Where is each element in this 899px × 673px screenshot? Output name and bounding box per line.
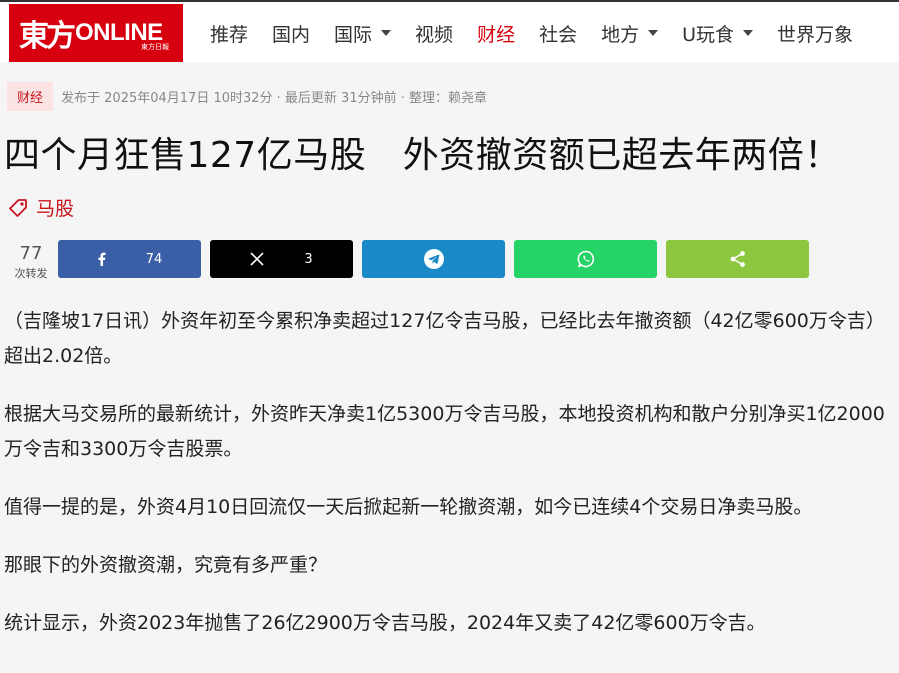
tag-icon: [9, 198, 27, 217]
site-logo[interactable]: 東方 ONLINE 東方日報: [9, 4, 183, 62]
nav-item-food[interactable]: U玩食: [670, 20, 765, 47]
tag-label: 马股: [36, 198, 75, 220]
article-paragraph: 统计显示，外资2023年抛售了26亿2900万令吉马股，2024年又卖了42亿零…: [4, 612, 766, 634]
article-tag[interactable]: 马股: [8, 194, 74, 221]
more-share-button[interactable]: [666, 240, 809, 278]
top-navbar: 東方 ONLINE 東方日報 推荐 国内 国际 视频 财经 社会 地方 U玩食 …: [0, 0, 899, 62]
share-total-number: 77: [19, 243, 43, 264]
telegram-share-button[interactable]: [362, 240, 505, 278]
nav-item-world[interactable]: 世界万象: [765, 20, 865, 47]
facebook-share-button[interactable]: 74: [58, 240, 201, 278]
chevron-down-icon: [648, 30, 659, 36]
x-share-count: 3: [304, 251, 313, 267]
nav-item-recommend[interactable]: 推荐: [198, 20, 260, 47]
chevron-down-icon: [381, 30, 392, 36]
share-icon: [730, 251, 745, 267]
article-paragraph: 值得一提的是，外资4月10日回流仅一天后掀起新一轮撤资潮，如今已连续4个交易日净…: [4, 496, 813, 518]
whatsapp-icon: [577, 250, 594, 268]
share-total-label: 次转发: [14, 267, 48, 280]
nav-item-finance[interactable]: 财经: [465, 20, 527, 47]
nav-item-international[interactable]: 国际: [322, 20, 403, 47]
nav-item-video[interactable]: 视频: [403, 20, 465, 47]
chevron-down-icon: [743, 30, 754, 36]
facebook-share-count: 74: [145, 251, 163, 267]
nav-item-society[interactable]: 社会: [527, 20, 589, 47]
article-body: （吉隆坡17日讯）外资年初至今累积净卖超过127亿令吉马股，已经比去年撤资额（4…: [4, 304, 899, 664]
article-paragraph: 那眼下的外资撤资潮，究竟有多严重？: [4, 554, 328, 576]
publish-info: 发布于 2025年04月17日 10时32分 · 最后更新 31分钟前 · 整理…: [61, 91, 488, 106]
article-paragraph: 根据大马交易所的最新统计，外资昨天净卖1亿5300万令吉马股，本地投资机构和散户…: [4, 403, 885, 460]
telegram-icon: [423, 249, 444, 269]
logo-mark: 東方: [19, 19, 76, 54]
logo-sub: 東方日報: [141, 43, 169, 51]
facebook-icon: [98, 252, 106, 266]
nav-item-local[interactable]: 地方: [589, 20, 670, 47]
nav-item-domestic[interactable]: 国内: [260, 20, 322, 47]
x-icon: [250, 252, 264, 266]
article-meta: 财经 发布于 2025年04月17日 10时32分 · 最后更新 31分钟前 ·…: [7, 82, 487, 111]
category-badge[interactable]: 财经: [7, 82, 54, 111]
article-title: 四个月狂售127亿马股 外资撤资额已超去年两倍！: [4, 135, 841, 176]
main-nav: 推荐 国内 国际 视频 财经 社会 地方 U玩食 世界万象: [198, 4, 865, 62]
whatsapp-share-button[interactable]: [514, 240, 657, 278]
x-share-button[interactable]: 3: [210, 240, 353, 278]
share-total: 77 次转发: [10, 245, 52, 281]
article-paragraph: （吉隆坡17日讯）外资年初至今累积净卖超过127亿令吉马股，已经比去年撤资额（4…: [4, 310, 885, 367]
